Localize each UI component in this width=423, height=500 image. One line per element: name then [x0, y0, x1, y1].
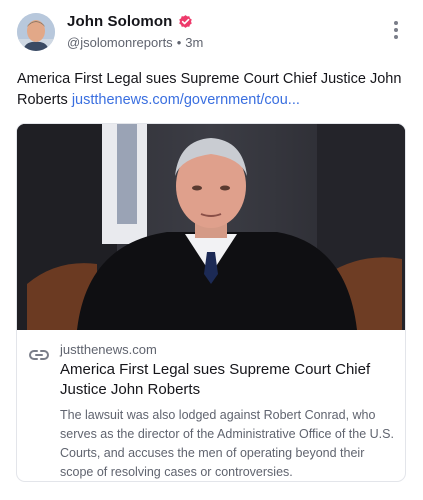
- link-icon: [29, 348, 49, 362]
- author-name-row: John Solomon: [67, 13, 194, 30]
- link-description: The lawsuit was also lodged against Robe…: [60, 408, 394, 479]
- avatar[interactable]: [17, 13, 55, 51]
- author-name[interactable]: John Solomon: [67, 13, 172, 30]
- meta-separator: •: [176, 35, 182, 50]
- more-vertical-icon[interactable]: [386, 21, 406, 45]
- link-title[interactable]: America First Legal sues Supreme Court C…: [60, 360, 390, 400]
- post-timestamp[interactable]: 3m: [185, 35, 203, 50]
- post-meta: @jsolomonreports • 3m: [67, 35, 203, 50]
- post-link[interactable]: justthenews.com/government/cou...: [72, 92, 300, 108]
- verified-badge-icon: [177, 13, 194, 30]
- author-handle[interactable]: @jsolomonreports: [67, 35, 173, 50]
- link-preview-card[interactable]: justthenews.com America First Legal sues…: [16, 123, 406, 482]
- post: John Solomon @jsolomonreports • 3m America…: [0, 0, 423, 500]
- post-text: America First Legal sues Supreme Court C…: [17, 69, 407, 111]
- link-domain: justthenews.com: [60, 342, 157, 357]
- link-preview-image[interactable]: [17, 124, 405, 330]
